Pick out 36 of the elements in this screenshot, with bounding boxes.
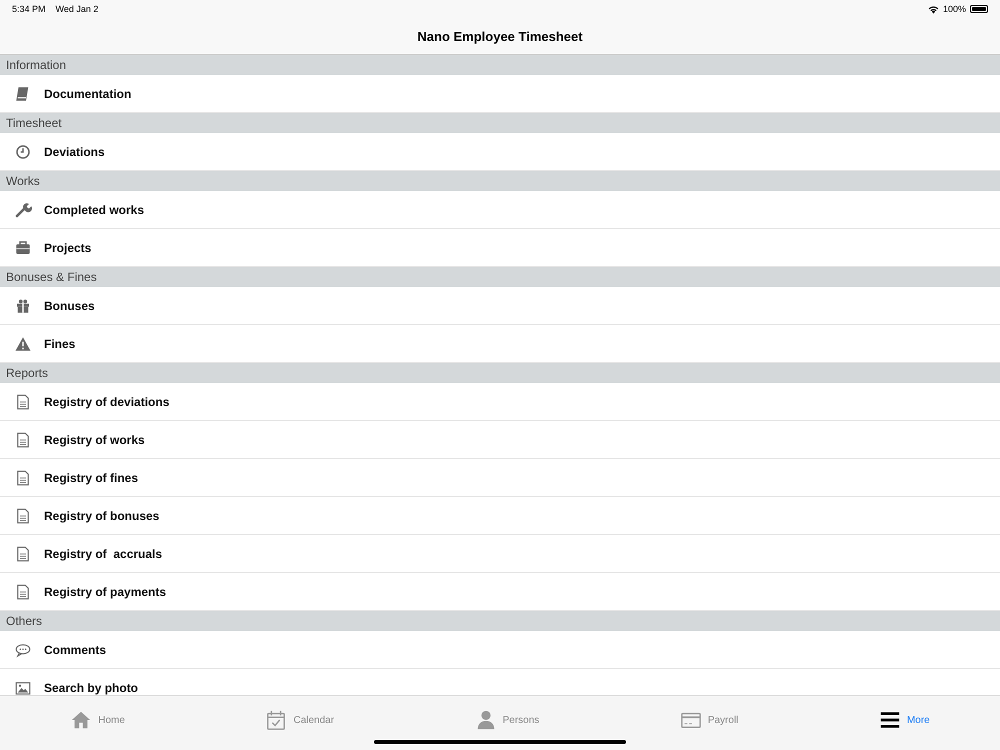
calendar-icon bbox=[265, 709, 288, 731]
section-header: Bonuses & Fines bbox=[0, 267, 1000, 287]
clock-icon bbox=[14, 142, 32, 160]
home-indicator[interactable] bbox=[374, 740, 626, 744]
warning-icon bbox=[14, 334, 32, 352]
menu-icon bbox=[878, 709, 901, 731]
battery-icon bbox=[970, 5, 988, 13]
list-item[interactable]: Comments bbox=[0, 631, 1000, 669]
section-header: Works bbox=[0, 171, 1000, 191]
document-icon bbox=[14, 544, 32, 562]
wrench-icon bbox=[14, 200, 32, 218]
gift-icon bbox=[14, 296, 32, 314]
document-icon bbox=[14, 392, 32, 410]
wifi-icon bbox=[928, 4, 939, 14]
list-item[interactable]: Registry of works bbox=[0, 421, 1000, 459]
list-item[interactable]: Registry of accruals bbox=[0, 535, 1000, 573]
list-item[interactable]: Completed works bbox=[0, 191, 1000, 229]
section-header: Information bbox=[0, 55, 1000, 75]
list-item[interactable]: Registry of deviations bbox=[0, 383, 1000, 421]
tab-item[interactable]: More bbox=[878, 709, 930, 731]
document-icon bbox=[14, 506, 32, 524]
section-header: Others bbox=[0, 611, 1000, 631]
battery-percent: 100% bbox=[942, 4, 966, 14]
home-icon bbox=[70, 709, 92, 731]
status-date: Wed Jan 2 bbox=[56, 4, 98, 14]
document-icon bbox=[14, 468, 32, 486]
status-time: 5:34 PM bbox=[12, 4, 46, 14]
list-item[interactable]: Bonuses bbox=[0, 287, 1000, 325]
nav-title: Nano Employee Timesheet bbox=[417, 28, 583, 44]
list-item[interactable]: Registry of bonuses bbox=[0, 497, 1000, 535]
list-item[interactable]: Registry of fines bbox=[0, 459, 1000, 497]
section-header: Reports bbox=[0, 363, 1000, 383]
section-header: Timesheet bbox=[0, 113, 1000, 133]
document-icon bbox=[14, 582, 32, 600]
document-icon bbox=[14, 430, 32, 448]
briefcase-icon bbox=[14, 238, 32, 256]
